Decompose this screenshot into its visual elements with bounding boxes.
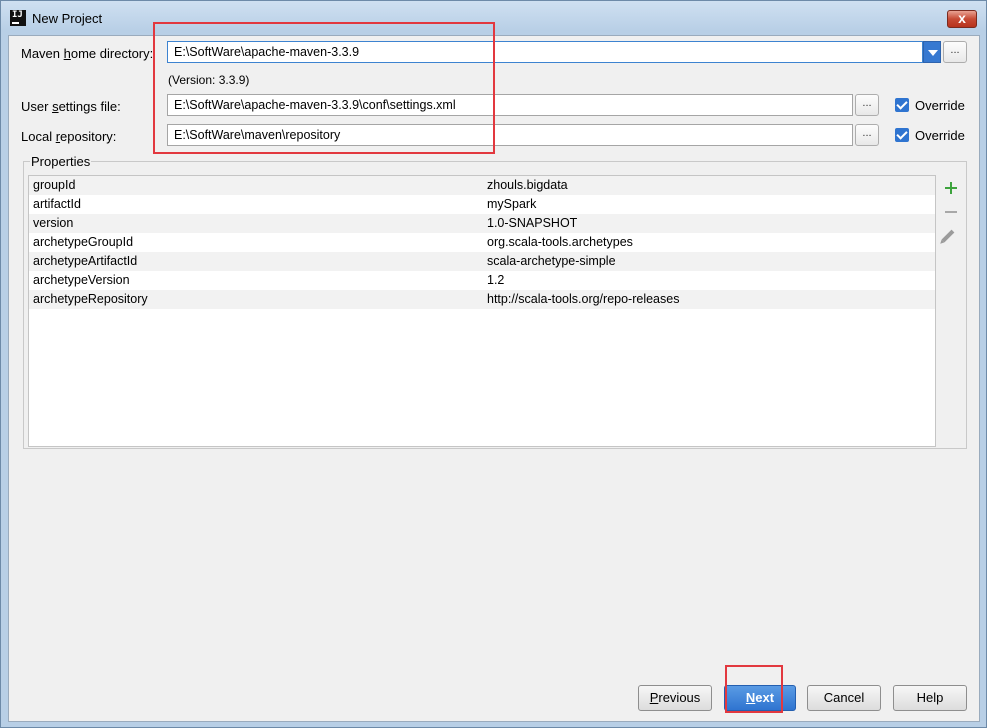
title-bar: IJ New Project x [1, 1, 986, 35]
user-settings-input[interactable]: E:\SoftWare\apache-maven-3.3.9\conf\sett… [167, 94, 853, 116]
property-key: archetypeGroupId [33, 235, 134, 249]
local-repository-input[interactable]: E:\SoftWare\maven\repository [167, 124, 853, 146]
maven-home-label: Maven home directory: [21, 46, 154, 61]
user-settings-browse-button[interactable]: ... [855, 94, 879, 116]
property-value: scala-archetype-simple [487, 254, 616, 268]
table-row[interactable]: groupId zhouls.bigdata [29, 176, 935, 195]
close-button[interactable]: x [947, 10, 977, 28]
maven-home-combo[interactable]: E:\SoftWare\apache-maven-3.3.9 [167, 41, 923, 63]
table-row[interactable]: artifactId mySpark [29, 195, 935, 214]
property-value: mySpark [487, 197, 537, 211]
previous-button[interactable]: Previous [638, 685, 712, 711]
maven-home-browse-button[interactable]: ... [943, 41, 967, 63]
property-key: archetypeVersion [33, 273, 130, 287]
maven-version-text: (Version: 3.3.9) [168, 73, 250, 87]
cancel-button[interactable]: Cancel [807, 685, 881, 711]
help-button[interactable]: Help [893, 685, 967, 711]
edit-pencil-icon[interactable] [941, 229, 955, 243]
table-row[interactable]: archetypeRepository http://scala-tools.or… [29, 290, 935, 309]
properties-table[interactable]: groupId zhouls.bigdata artifactId mySpark ve… [28, 175, 936, 447]
table-row[interactable]: archetypeArtifactId scala-archetype-simpl… [29, 252, 935, 271]
intellij-app-icon: IJ [10, 10, 26, 26]
local-repository-label: Local repository: [21, 129, 117, 144]
property-key: version [33, 216, 74, 230]
property-value: http://scala-tools.org/repo-releases [487, 292, 680, 306]
local-repository-browse-button[interactable]: ... [855, 124, 879, 146]
property-key: archetypeRepository [33, 292, 148, 306]
table-row[interactable]: version 1.0-SNAPSHOT [29, 214, 935, 233]
property-value: 1.0-SNAPSHOT [487, 216, 578, 230]
table-row[interactable]: archetypeVersion 1.2 [29, 271, 935, 290]
new-project-dialog: IJ New Project x Maven home directory: E… [0, 0, 987, 728]
property-key: artifactId [33, 197, 81, 211]
window-title: New Project [32, 11, 103, 26]
local-repository-override-label: Override [915, 128, 965, 143]
next-button[interactable]: Next [724, 685, 796, 711]
properties-toolbar [936, 175, 964, 447]
chevron-down-icon[interactable] [923, 41, 941, 63]
remove-icon[interactable] [945, 211, 957, 213]
properties-title: Properties [30, 154, 92, 169]
table-row[interactable]: archetypeGroupId org.scala-tools.archetyp… [29, 233, 935, 252]
property-value: zhouls.bigdata [487, 178, 568, 192]
local-repository-override-checkbox[interactable] [895, 128, 909, 142]
dialog-body: Maven home directory: E:\SoftWare\apache… [8, 22, 980, 722]
property-value: org.scala-tools.archetypes [487, 235, 633, 249]
property-key: groupId [33, 178, 76, 192]
property-key: archetypeArtifactId [33, 254, 138, 268]
property-value: 1.2 [487, 273, 505, 287]
user-settings-override-label: Override [915, 98, 965, 113]
add-icon[interactable] [944, 181, 958, 195]
properties-group: Properties groupId zhouls.bigdata artifact… [23, 154, 967, 449]
user-settings-label: User settings file: [21, 99, 121, 114]
user-settings-override-checkbox[interactable] [895, 98, 909, 112]
